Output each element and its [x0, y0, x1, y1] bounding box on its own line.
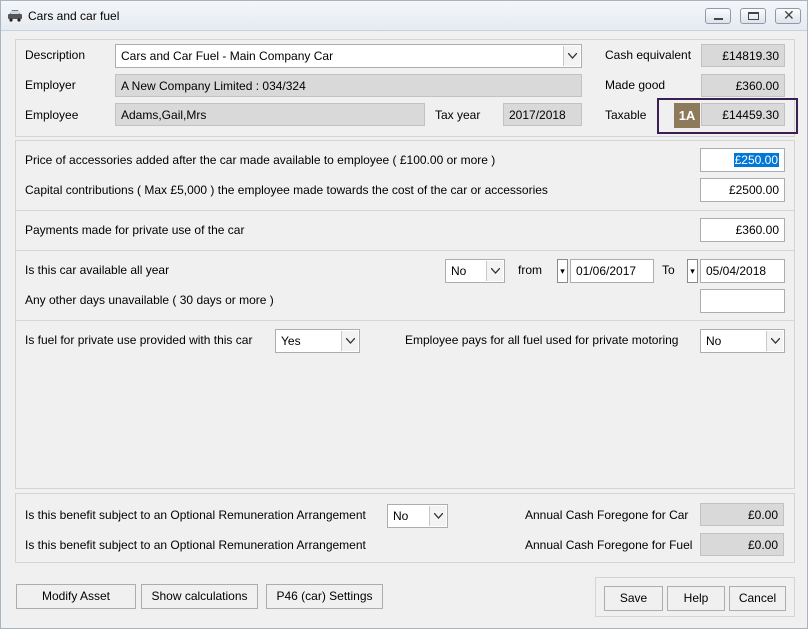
- cash-foregone-car-field: £0.00: [700, 503, 784, 526]
- to-date-picker-button[interactable]: ▾: [687, 259, 698, 283]
- save-button[interactable]: Save: [604, 586, 663, 611]
- close-button[interactable]: ✕: [775, 7, 801, 24]
- window-title: Cars and car fuel: [28, 9, 120, 23]
- modify-asset-button[interactable]: Modify Asset: [16, 584, 136, 609]
- tax-year-label: Tax year: [435, 108, 481, 122]
- to-date-input[interactable]: 05/04/2018: [700, 259, 785, 283]
- available-all-year-value: No: [451, 264, 467, 278]
- employer-label: Employer: [25, 78, 76, 92]
- description-label: Description: [25, 48, 86, 62]
- from-date-input[interactable]: 01/06/2017: [570, 259, 654, 283]
- accessories-price-value: £250.00: [733, 153, 779, 167]
- taxable-badge: 1A: [674, 103, 700, 128]
- divider: [16, 320, 794, 321]
- divider: [16, 250, 794, 251]
- description-select[interactable]: Cars and Car Fuel - Main Company Car: [115, 44, 582, 68]
- cash-foregone-fuel-field: £0.00: [700, 533, 784, 556]
- other-days-unavailable-label: Any other days unavailable ( 30 days or …: [25, 293, 274, 307]
- ora-car-label: Is this benefit subject to an Optional R…: [25, 508, 366, 522]
- available-all-year-select[interactable]: No: [445, 259, 505, 283]
- description-value: Cars and Car Fuel - Main Company Car: [121, 49, 334, 63]
- employee-pays-fuel-label: Employee pays for all fuel used for priv…: [405, 333, 679, 347]
- chevron-down-icon[interactable]: [486, 261, 503, 281]
- employee-field: Adams,Gail,Mrs: [115, 103, 425, 126]
- accessories-price-input[interactable]: £250.00: [700, 148, 785, 172]
- capital-contributions-input[interactable]: £2500.00: [700, 178, 785, 202]
- employer-field: A New Company Limited : 034/324: [115, 74, 582, 97]
- employee-label: Employee: [25, 108, 79, 122]
- cars-and-car-fuel-dialog: Cars and car fuel ✕ Description Cars and…: [0, 0, 808, 629]
- help-button[interactable]: Help: [667, 586, 725, 611]
- cash-foregone-car-label: Annual Cash Foregone for Car: [525, 508, 689, 522]
- made-good-field: £360.00: [701, 74, 785, 97]
- p46-car-settings-button[interactable]: P46 (car) Settings: [266, 584, 383, 609]
- ora-car-select[interactable]: No: [387, 504, 448, 528]
- chevron-down-icon[interactable]: [429, 506, 446, 526]
- cash-equivalent-field: £14819.30: [701, 44, 785, 67]
- employee-pays-fuel-value: No: [706, 334, 722, 348]
- minimize-icon: [714, 18, 723, 20]
- other-days-unavailable-input[interactable]: [700, 289, 785, 313]
- employee-pays-fuel-select[interactable]: No: [700, 329, 785, 353]
- cash-foregone-fuel-label: Annual Cash Foregone for Fuel: [525, 538, 693, 552]
- private-use-payments-label: Payments made for private use of the car: [25, 223, 245, 237]
- fuel-provided-value: Yes: [281, 334, 301, 348]
- ora-car-value: No: [393, 509, 409, 523]
- car-icon: [7, 9, 23, 22]
- taxable-field: £14459.30: [701, 103, 785, 126]
- to-label: To: [662, 263, 675, 277]
- capital-contributions-label: Capital contributions ( Max £5,000 ) the…: [25, 183, 548, 197]
- taxable-label: Taxable: [605, 108, 647, 122]
- show-calculations-button[interactable]: Show calculations: [141, 584, 258, 609]
- close-icon: ✕: [783, 7, 795, 23]
- from-label: from: [518, 263, 542, 277]
- cash-equivalent-label: Cash equivalent: [605, 48, 692, 62]
- divider: [16, 210, 794, 211]
- chevron-down-icon[interactable]: [341, 331, 358, 351]
- maximize-icon: [748, 12, 759, 20]
- cancel-button[interactable]: Cancel: [729, 586, 786, 611]
- ora-fuel-label: Is this benefit subject to an Optional R…: [25, 538, 366, 552]
- maximize-button[interactable]: [740, 8, 766, 24]
- fuel-provided-select[interactable]: Yes: [275, 329, 360, 353]
- fuel-provided-label: Is fuel for private use provided with th…: [25, 333, 253, 347]
- accessories-price-label: Price of accessories added after the car…: [25, 153, 496, 167]
- chevron-down-icon[interactable]: [766, 331, 783, 351]
- title-bar[interactable]: Cars and car fuel ✕: [1, 1, 807, 31]
- private-use-payments-input[interactable]: £360.00: [700, 218, 785, 242]
- from-date-picker-button[interactable]: ▾: [557, 259, 568, 283]
- made-good-label: Made good: [605, 78, 666, 92]
- available-all-year-label: Is this car available all year: [25, 263, 170, 277]
- chevron-down-icon[interactable]: [563, 46, 580, 66]
- tax-year-field: 2017/2018: [503, 103, 582, 126]
- minimize-button[interactable]: [705, 8, 731, 24]
